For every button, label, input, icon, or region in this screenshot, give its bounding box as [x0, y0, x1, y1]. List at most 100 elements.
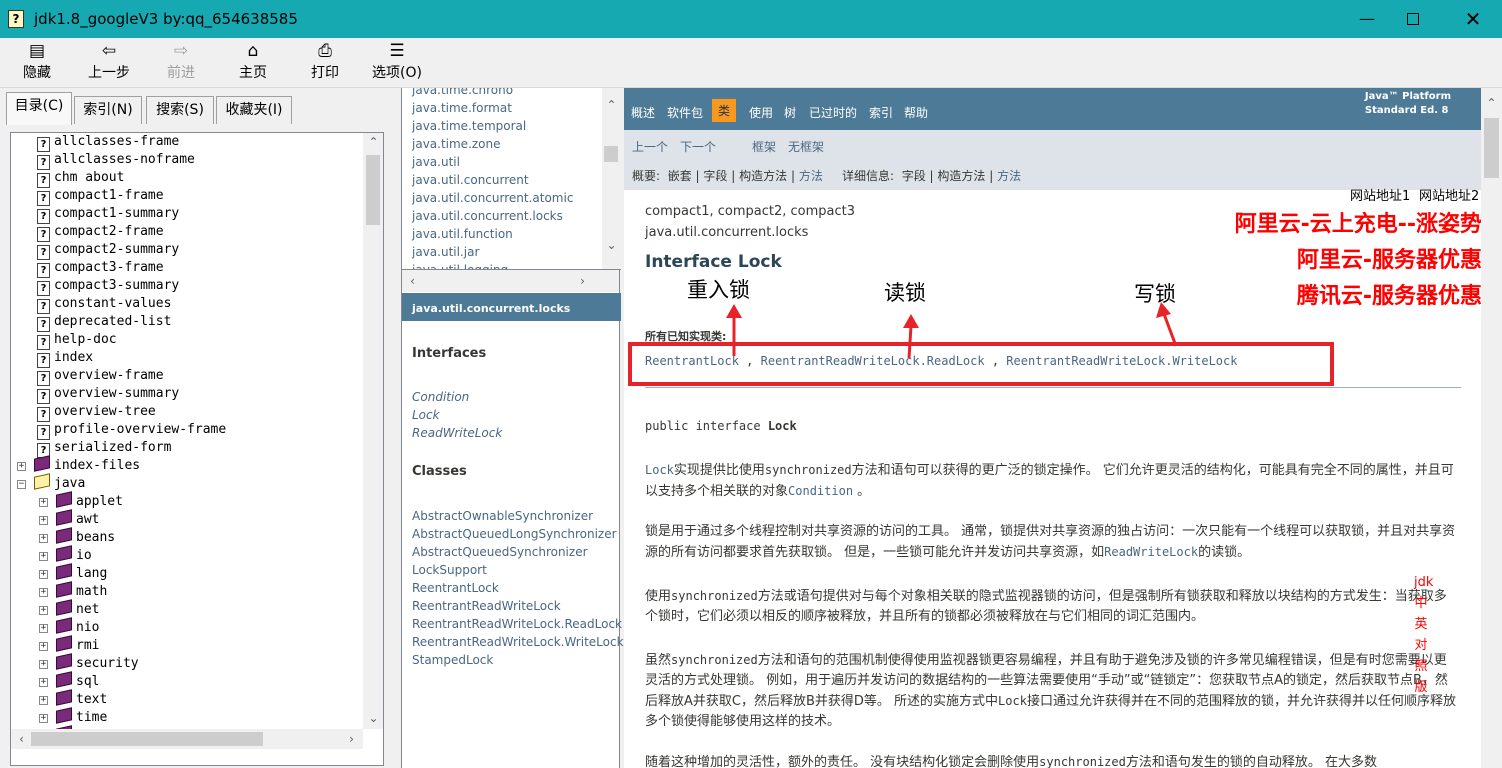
- class-link[interactable]: ReentrantReadWriteLock.ReadLock: [412, 617, 622, 631]
- tree-page-item[interactable]: ? index: [37, 349, 93, 368]
- nav-item[interactable]: 使用: [749, 104, 773, 121]
- interface-link[interactable]: Condition: [412, 390, 469, 404]
- package-header[interactable]: java.util.concurrent.locks: [402, 293, 621, 321]
- expand-icon[interactable]: +: [39, 642, 48, 651]
- expand-icon[interactable]: +: [39, 516, 48, 525]
- tree-page-item[interactable]: ? profile-overview-frame: [37, 421, 226, 440]
- package-link[interactable]: java.time.format: [412, 101, 512, 115]
- tree-page-item[interactable]: ? compact1-frame: [37, 187, 164, 206]
- nav-item[interactable]: 概述: [631, 104, 655, 121]
- site-link-2[interactable]: 网站地址2: [1419, 185, 1479, 204]
- tab-search[interactable]: 搜索(S): [146, 96, 214, 124]
- nav-item[interactable]: 类: [712, 99, 737, 122]
- scroll-up-arrow-icon[interactable]: ⌃: [603, 98, 620, 112]
- scroll-up-arrow-icon[interactable]: ⌃: [365, 135, 382, 149]
- home-button[interactable]: ⌂ 主页: [232, 40, 274, 86]
- expand-icon[interactable]: +: [39, 624, 48, 633]
- forward-button[interactable]: ⇨ 前进: [160, 40, 202, 86]
- class-link[interactable]: ReentrantReadWriteLock: [412, 599, 561, 613]
- expand-icon[interactable]: +: [39, 588, 48, 597]
- package-link[interactable]: java.util.concurrent.atomic: [412, 191, 573, 205]
- package-list-scrollbar[interactable]: ⌃ ⌄: [602, 88, 620, 269]
- nav-item[interactable]: 树: [784, 104, 796, 121]
- content-vertical-scrollbar[interactable]: ⌃: [1481, 88, 1502, 768]
- tree-package-item[interactable]: + math: [39, 581, 107, 601]
- expand-icon[interactable]: +: [39, 660, 48, 669]
- tree-package-item[interactable]: + sql: [39, 671, 99, 691]
- tree-package-item[interactable]: + time: [39, 707, 107, 727]
- nav-item[interactable]: 已过时的: [809, 104, 857, 121]
- tree-page-item[interactable]: ? overview-tree: [37, 403, 156, 422]
- close-button[interactable]: ✕: [1450, 6, 1496, 32]
- tree-page-item[interactable]: ? overview-frame: [37, 367, 164, 386]
- class-link[interactable]: AbstractQueuedLongSynchronizer: [412, 527, 617, 541]
- scroll-left-arrow-icon[interactable]: ‹: [13, 732, 30, 746]
- tree-page-item[interactable]: ? compact2-summary: [37, 241, 179, 260]
- tree-hscroll-thumb[interactable]: [31, 732, 263, 746]
- tab-index[interactable]: 索引(N): [74, 96, 142, 124]
- tab-contents[interactable]: 目录(C): [6, 92, 72, 125]
- tree-page-item[interactable]: ? deprecated-list: [37, 313, 171, 332]
- package-link[interactable]: java.time.temporal: [412, 119, 526, 133]
- tree-page-item[interactable]: ? allclasses-noframe: [37, 151, 195, 170]
- package-link[interactable]: java.util.jar: [412, 245, 479, 259]
- class-link[interactable]: ReentrantReadWriteLock.WriteLock: [412, 635, 624, 649]
- detail-method-link[interactable]: 方法: [997, 169, 1021, 183]
- scroll-down-arrow-icon[interactable]: ⌄: [603, 238, 620, 252]
- promo-link-aliyun-1[interactable]: 阿里云-云上充电--涨姿势: [1235, 206, 1482, 238]
- tree-page-item[interactable]: ? serialized-form: [37, 439, 171, 458]
- no-frames-link[interactable]: 无框架: [788, 138, 824, 155]
- site-link-1[interactable]: 网站地址1: [1350, 185, 1410, 204]
- class-link[interactable]: ReentrantLock: [412, 581, 499, 595]
- tree-package-item[interactable]: + beans: [39, 527, 115, 547]
- tree-scroll-thumb[interactable]: [366, 155, 380, 225]
- class-link[interactable]: StampedLock: [412, 653, 493, 667]
- collapse-icon[interactable]: −: [17, 480, 26, 489]
- package-link[interactable]: java.time.zone: [412, 137, 501, 151]
- tree-page-item[interactable]: ? help-doc: [37, 331, 117, 350]
- interface-link[interactable]: ReadWriteLock: [412, 426, 502, 440]
- content-scroll-thumb[interactable]: [1484, 118, 1499, 178]
- help-app-icon[interactable]: ?: [8, 10, 24, 28]
- options-button[interactable]: ☰ 选项(O): [368, 40, 426, 86]
- nav-item[interactable]: 软件包: [667, 104, 703, 121]
- package-link[interactable]: java.util: [412, 155, 460, 169]
- tree-page-item[interactable]: ? compact3-summary: [37, 277, 179, 296]
- promo-link-tencent[interactable]: 腾讯云-服务器优惠: [1297, 278, 1482, 310]
- tree-page-item[interactable]: ? chm about: [37, 169, 124, 188]
- impl-link-writelock[interactable]: ReentrantReadWriteLock.WriteLock: [1006, 354, 1237, 368]
- print-button[interactable]: ⎙ 打印: [304, 40, 346, 86]
- tree-page-item[interactable]: ? constant-values: [37, 295, 171, 314]
- class-link[interactable]: AbstractQueuedSynchronizer: [412, 545, 588, 559]
- expand-icon[interactable]: +: [39, 570, 48, 579]
- tree-page-item[interactable]: ? overview-summary: [37, 385, 179, 404]
- scroll-left-arrow-icon[interactable]: ‹: [404, 274, 421, 288]
- expand-icon[interactable]: +: [39, 714, 48, 723]
- package-link[interactable]: java.util.concurrent.locks: [412, 209, 563, 223]
- package-list-hscrollbar[interactable]: ‹ ›: [402, 270, 619, 292]
- tree-package-item[interactable]: + text: [39, 689, 107, 709]
- scroll-right-arrow-icon[interactable]: ›: [343, 732, 360, 746]
- promo-link-aliyun-2[interactable]: 阿里云-服务器优惠: [1297, 242, 1482, 274]
- expand-icon[interactable]: +: [39, 552, 48, 561]
- package-link[interactable]: java.util.function: [412, 227, 513, 241]
- tree-package-item[interactable]: + net: [39, 599, 99, 619]
- frames-link[interactable]: 框架: [752, 138, 776, 155]
- tree-package-item[interactable]: + applet: [39, 491, 123, 511]
- tree-package-item[interactable]: + awt: [39, 509, 99, 529]
- tree-package-item[interactable]: + nio: [39, 617, 99, 637]
- tree-package-item[interactable]: + rmi: [39, 635, 99, 655]
- scroll-down-arrow-icon[interactable]: ⌄: [365, 711, 382, 725]
- tree-horizontal-scrollbar[interactable]: ‹ ›: [11, 729, 363, 749]
- nav-item[interactable]: 帮助: [904, 104, 928, 121]
- expand-icon[interactable]: +: [39, 534, 48, 543]
- expand-icon[interactable]: +: [39, 696, 48, 705]
- class-link[interactable]: LockSupport: [412, 563, 487, 577]
- back-button[interactable]: ⇦ 上一步: [84, 40, 134, 86]
- class-link[interactable]: AbstractOwnableSynchronizer: [412, 509, 593, 523]
- expand-icon[interactable]: +: [39, 498, 48, 507]
- package-link[interactable]: java.util.concurrent: [412, 173, 529, 187]
- tree-vertical-scrollbar[interactable]: ⌃ ⌄: [363, 133, 383, 729]
- nav-item[interactable]: 索引: [869, 104, 893, 121]
- scroll-right-arrow-icon[interactable]: ›: [574, 274, 591, 288]
